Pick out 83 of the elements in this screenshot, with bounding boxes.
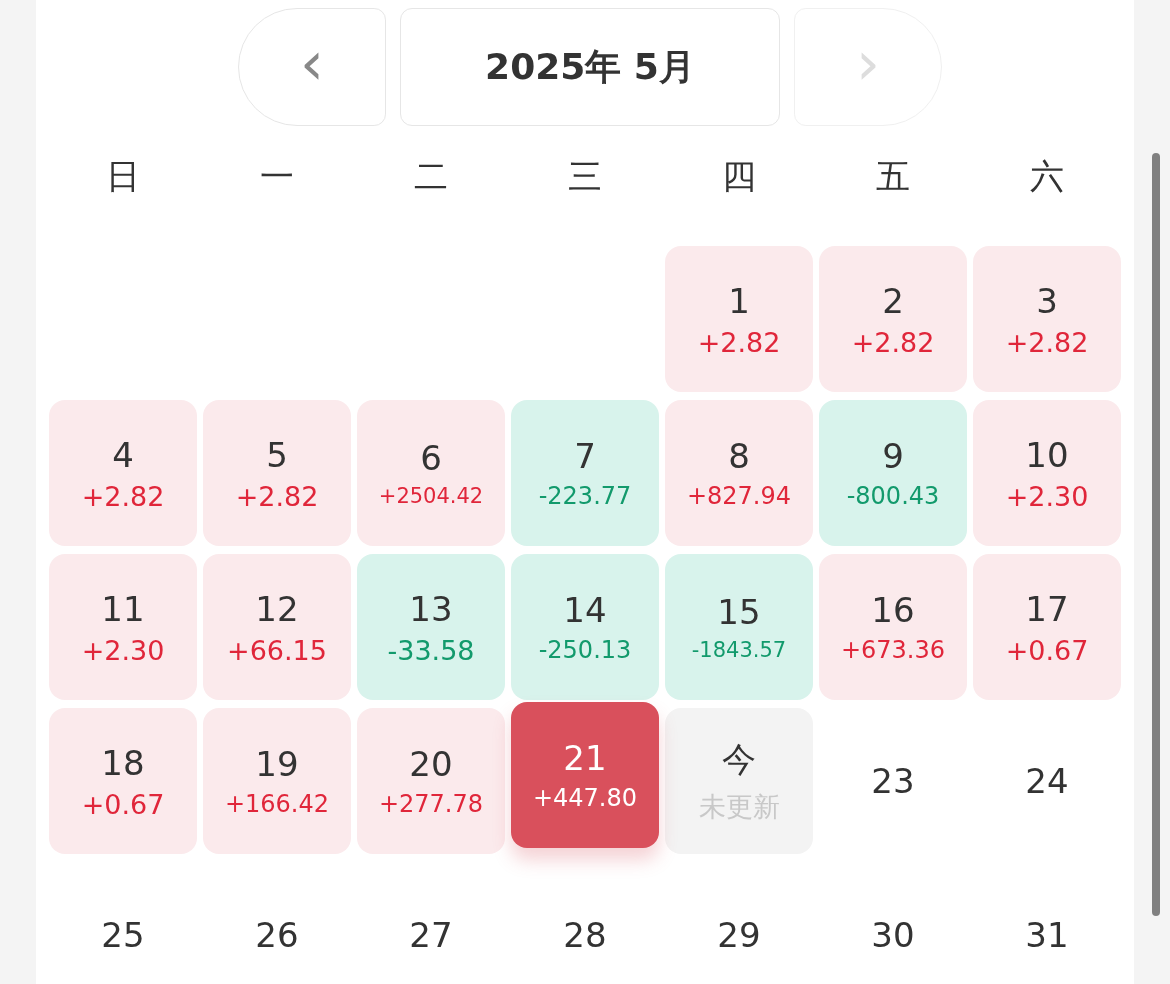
day-number: 14: [563, 590, 607, 630]
day-number: 11: [101, 588, 145, 629]
profit-value: +0.67: [1005, 634, 1089, 666]
day-number: 今: [722, 738, 756, 781]
profit-value: -1843.57: [691, 638, 787, 662]
day-number: 2: [882, 280, 904, 321]
profit-value: +66.15: [227, 634, 327, 666]
day-cell[interactable]: 15 -1843.57: [665, 554, 813, 700]
profit-value: -800.43: [846, 482, 940, 510]
day-cell[interactable]: 8 +827.94: [665, 400, 813, 546]
day-cell[interactable]: 12 +66.15: [203, 554, 351, 700]
day-number: 9: [882, 436, 904, 476]
day-number: 4: [112, 434, 134, 475]
day-cell[interactable]: 3 +2.82: [973, 246, 1121, 392]
day-cell[interactable]: 6 +2504.42: [357, 400, 505, 546]
day-cell[interactable]: 14 -250.13: [511, 554, 659, 700]
profit-value: -250.13: [538, 636, 632, 664]
day-cell[interactable]: 4 +2.82: [49, 400, 197, 546]
day-number: 17: [1025, 588, 1069, 629]
profit-value: +2.82: [81, 480, 165, 512]
day-cell[interactable]: 13 -33.58: [357, 554, 505, 700]
day-number: 12: [255, 588, 299, 629]
profit-value: +2504.42: [378, 484, 484, 508]
profit-value: +673.36: [840, 636, 946, 664]
weekday-label: 三: [567, 155, 603, 198]
day-number: 15: [717, 592, 761, 632]
profit-value: -33.58: [387, 634, 475, 666]
day-number: 5: [266, 434, 288, 475]
day-number: 23: [871, 761, 915, 801]
day-number: 1: [728, 280, 750, 321]
month-title[interactable]: 2025年 5月: [400, 8, 780, 126]
day-number: 20: [409, 744, 453, 784]
scrollbar[interactable]: [1152, 153, 1160, 916]
day-cell[interactable]: 10 +2.30: [973, 400, 1121, 546]
day-number: 8: [728, 436, 750, 476]
day-number: 27: [409, 915, 453, 955]
day-number: 16: [871, 590, 915, 630]
day-number: 19: [255, 744, 299, 784]
weekday-label: 六: [1029, 155, 1065, 198]
day-cell[interactable]: 19 +166.42: [203, 708, 351, 854]
day-number: 24: [1025, 761, 1069, 801]
profit-value: +447.80: [532, 784, 638, 812]
profit-value: +166.42: [224, 790, 330, 818]
day-number: 18: [101, 742, 145, 783]
profit-value: +2.30: [81, 634, 165, 666]
day-number: 13: [409, 588, 453, 629]
day-cell[interactable]: 7 -223.77: [511, 400, 659, 546]
profit-value: +277.78: [378, 790, 484, 818]
day-number: 10: [1025, 434, 1069, 475]
day-number: 28: [563, 915, 607, 955]
day-cell[interactable]: 5 +2.82: [203, 400, 351, 546]
day-cell[interactable]: 18 +0.67: [49, 708, 197, 854]
day-cell[interactable]: 11 +2.30: [49, 554, 197, 700]
weekday-label: 二: [413, 155, 449, 198]
day-number: 6: [420, 438, 442, 478]
day-number: 31: [1025, 915, 1069, 955]
profit-value: +827.94: [686, 482, 792, 510]
day-number: 21: [563, 738, 607, 778]
profit-value: +0.67: [81, 788, 165, 820]
day-number: 7: [574, 436, 596, 476]
profit-value: +2.30: [1005, 480, 1089, 512]
day-cell[interactable]: 21 +447.80: [511, 702, 659, 848]
day-cell[interactable]: 9 -800.43: [819, 400, 967, 546]
profit-value: +2.82: [1005, 326, 1089, 358]
day-number: 3: [1036, 280, 1058, 321]
day-cell[interactable]: 1 +2.82: [665, 246, 813, 392]
weekday-label: 一: [259, 155, 295, 198]
day-number: 25: [101, 915, 145, 955]
profit-value: -223.77: [538, 482, 632, 510]
profit-value: +2.82: [697, 326, 781, 358]
weekday-label: 四: [721, 155, 757, 198]
day-cell[interactable]: 16 +673.36: [819, 554, 967, 700]
profit-value: +2.82: [851, 326, 935, 358]
profit-value: +2.82: [235, 480, 319, 512]
weekday-label: 日: [105, 155, 141, 198]
day-number: 26: [255, 915, 299, 955]
weekday-label: 五: [875, 155, 911, 198]
day-cell[interactable]: 17 +0.67: [973, 554, 1121, 700]
day-number: 29: [717, 915, 761, 955]
day-number: 30: [871, 915, 915, 955]
day-cell[interactable]: 2 +2.82: [819, 246, 967, 392]
previous-month-button[interactable]: ‹: [238, 8, 386, 126]
day-cell[interactable]: 20 +277.78: [357, 708, 505, 854]
